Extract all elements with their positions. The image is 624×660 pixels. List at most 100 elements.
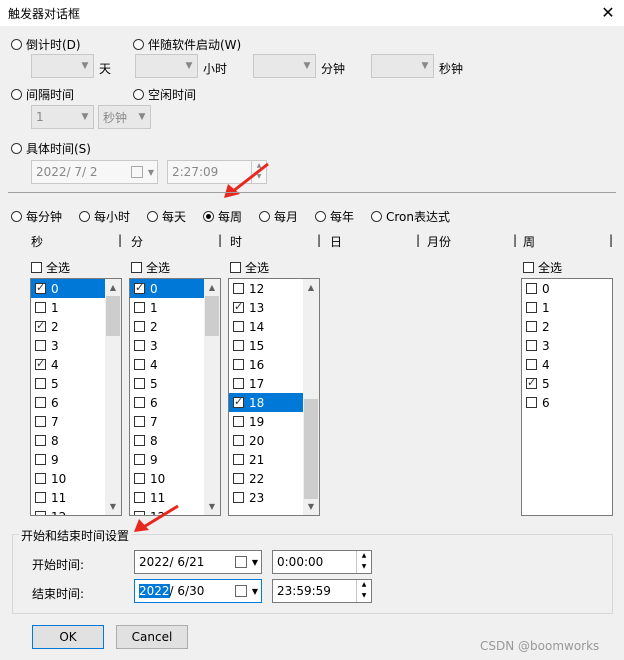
freq-radio-4[interactable] — [259, 211, 270, 222]
seconds-list-item-checkbox[interactable] — [35, 357, 46, 370]
specific-date-picker[interactable]: 2022/ 7/ 2 ▼ — [31, 160, 158, 184]
minutes-list-item-checkbox[interactable] — [134, 397, 145, 408]
start-time-field[interactable]: 0:00:00 ▲ ▼ — [272, 550, 372, 574]
hours-list-item-checkbox[interactable] — [233, 454, 244, 465]
scroll-down-icon[interactable]: ▼ — [303, 498, 319, 515]
cancel-button[interactable]: Cancel — [116, 625, 188, 649]
seconds-list-item-checkbox[interactable] — [35, 319, 46, 332]
week-listbox[interactable]: 0 1 2 3 4 5 6 — [521, 278, 613, 516]
seconds-list-item-checkbox[interactable] — [35, 454, 46, 465]
hours-list-item-checkbox[interactable] — [233, 395, 244, 408]
scroll-down-icon[interactable]: ▼ — [204, 498, 220, 515]
end-time-field[interactable]: 23:59:59 ▲ ▼ — [272, 579, 372, 603]
scroll-thumb[interactable] — [304, 399, 318, 499]
week-list-item[interactable]: 2 — [522, 317, 612, 336]
radio-countdown[interactable]: 倒计时(D) — [11, 36, 81, 53]
hours-list-item-checkbox[interactable] — [233, 378, 244, 389]
hours-list-item-checkbox[interactable] — [233, 283, 244, 294]
minutes-list-item-checkbox[interactable] — [134, 435, 145, 446]
minutes-listbox[interactable]: 0123456789101112 ▲ ▼ — [129, 278, 221, 516]
week-list-item-checkbox[interactable] — [526, 376, 537, 389]
scroll-thumb[interactable] — [205, 296, 219, 336]
minutes-list-item-checkbox[interactable] — [134, 321, 145, 332]
week-list-item-checkbox[interactable] — [526, 340, 537, 351]
seconds-combo[interactable]: ▼ — [371, 54, 434, 78]
freq-option-6[interactable]: Cron表达式 — [371, 208, 450, 225]
freq-radio-0[interactable] — [11, 211, 22, 222]
minutes-combo[interactable]: ▼ — [253, 54, 316, 78]
spin-down-icon[interactable]: ▼ — [357, 562, 371, 573]
scroll-thumb[interactable] — [106, 296, 120, 336]
end-date-picker[interactable]: 2022/ 6/30 ▼ — [134, 579, 262, 603]
hours-list-item-checkbox[interactable] — [233, 473, 244, 484]
radio-idle[interactable]: 空闲时间 — [133, 86, 196, 103]
week-list-item-checkbox[interactable] — [526, 397, 537, 408]
spin-up-icon[interactable]: ▲ — [357, 580, 371, 591]
radio-interval[interactable]: 间隔时间 — [11, 86, 74, 103]
spin-down-icon[interactable]: ▼ — [357, 591, 371, 602]
seconds-list-item-checkbox[interactable] — [35, 435, 46, 446]
freq-option-0[interactable]: 每分钟 — [11, 208, 62, 225]
select-all-week-box[interactable] — [523, 262, 534, 273]
radio-specific-circle[interactable] — [11, 143, 22, 154]
freq-radio-3[interactable] — [203, 211, 214, 222]
minutes-list-item-checkbox[interactable] — [134, 340, 145, 351]
radio-interval-circle[interactable] — [11, 89, 22, 100]
minutes-list-item-checkbox[interactable] — [134, 416, 145, 427]
hours-combo[interactable]: ▼ — [135, 54, 198, 78]
spin-up-icon[interactable]: ▲ — [357, 551, 371, 562]
minutes-list-item-checkbox[interactable] — [134, 281, 145, 294]
chevron-down-icon[interactable]: ▼ — [249, 558, 261, 567]
freq-option-3[interactable]: 每周 — [203, 208, 242, 225]
select-all-hours-box[interactable] — [230, 262, 241, 273]
radio-with-software-circle[interactable] — [133, 39, 144, 50]
calendar-icon[interactable] — [235, 556, 247, 568]
minutes-list-item-checkbox[interactable] — [134, 454, 145, 465]
seconds-list-item-checkbox[interactable] — [35, 473, 46, 484]
minutes-list-item-checkbox[interactable] — [134, 378, 145, 389]
select-all-seconds-box[interactable] — [31, 262, 42, 273]
interval-unit-combo[interactable]: 秒钟 ▼ — [98, 105, 151, 129]
time-spinner[interactable]: ▲ ▼ — [356, 551, 371, 573]
seconds-list-item-checkbox[interactable] — [35, 511, 46, 515]
radio-countdown-circle[interactable] — [11, 39, 22, 50]
scroll-up-icon[interactable]: ▲ — [105, 279, 121, 296]
freq-option-2[interactable]: 每天 — [147, 208, 186, 225]
calendar-icon[interactable] — [131, 166, 143, 178]
hours-list-item-checkbox[interactable] — [233, 321, 244, 332]
week-list-item[interactable]: 0 — [522, 279, 612, 298]
hours-listbox[interactable]: 12 13 14 15 16 17 18 19 20 21 22 23 ▲ ▼ — [228, 278, 320, 516]
freq-radio-6[interactable] — [371, 211, 382, 222]
time-spinner[interactable]: ▲ ▼ — [356, 580, 371, 602]
vertical-scrollbar[interactable]: ▲ ▼ — [105, 279, 121, 515]
seconds-list-item-checkbox[interactable] — [35, 492, 46, 503]
week-list-item-checkbox[interactable] — [526, 302, 537, 313]
week-list-item-checkbox[interactable] — [526, 359, 537, 370]
select-all-minutes-box[interactable] — [131, 262, 142, 273]
week-list-item[interactable]: 4 — [522, 355, 612, 374]
seconds-list-item-checkbox[interactable] — [35, 397, 46, 408]
chevron-down-icon[interactable]: ▼ — [249, 587, 261, 596]
week-list-item[interactable]: 6 — [522, 393, 612, 412]
radio-idle-circle[interactable] — [133, 89, 144, 100]
vertical-scrollbar[interactable]: ▲ ▼ — [204, 279, 220, 515]
close-icon[interactable]: ✕ — [598, 3, 618, 23]
select-all-seconds[interactable]: 全选 — [31, 259, 70, 276]
hours-list-item-checkbox[interactable] — [233, 300, 244, 313]
week-list-item-checkbox[interactable] — [526, 321, 537, 332]
radio-specific[interactable]: 具体时间(S) — [11, 140, 91, 157]
freq-option-1[interactable]: 每小时 — [79, 208, 130, 225]
freq-option-4[interactable]: 每月 — [259, 208, 298, 225]
minutes-list-item-checkbox[interactable] — [134, 302, 145, 313]
freq-radio-1[interactable] — [79, 211, 90, 222]
hours-list-item-checkbox[interactable] — [233, 416, 244, 427]
freq-option-5[interactable]: 每年 — [315, 208, 354, 225]
days-combo[interactable]: ▼ — [31, 54, 94, 78]
hours-list-item-checkbox[interactable] — [233, 492, 244, 503]
seconds-list-item-checkbox[interactable] — [35, 281, 46, 294]
scroll-up-icon[interactable]: ▲ — [303, 279, 319, 296]
seconds-list-item-checkbox[interactable] — [35, 378, 46, 389]
minutes-list-item-checkbox[interactable] — [134, 473, 145, 484]
hours-list-item-checkbox[interactable] — [233, 435, 244, 446]
chevron-down-icon[interactable]: ▼ — [145, 168, 157, 177]
